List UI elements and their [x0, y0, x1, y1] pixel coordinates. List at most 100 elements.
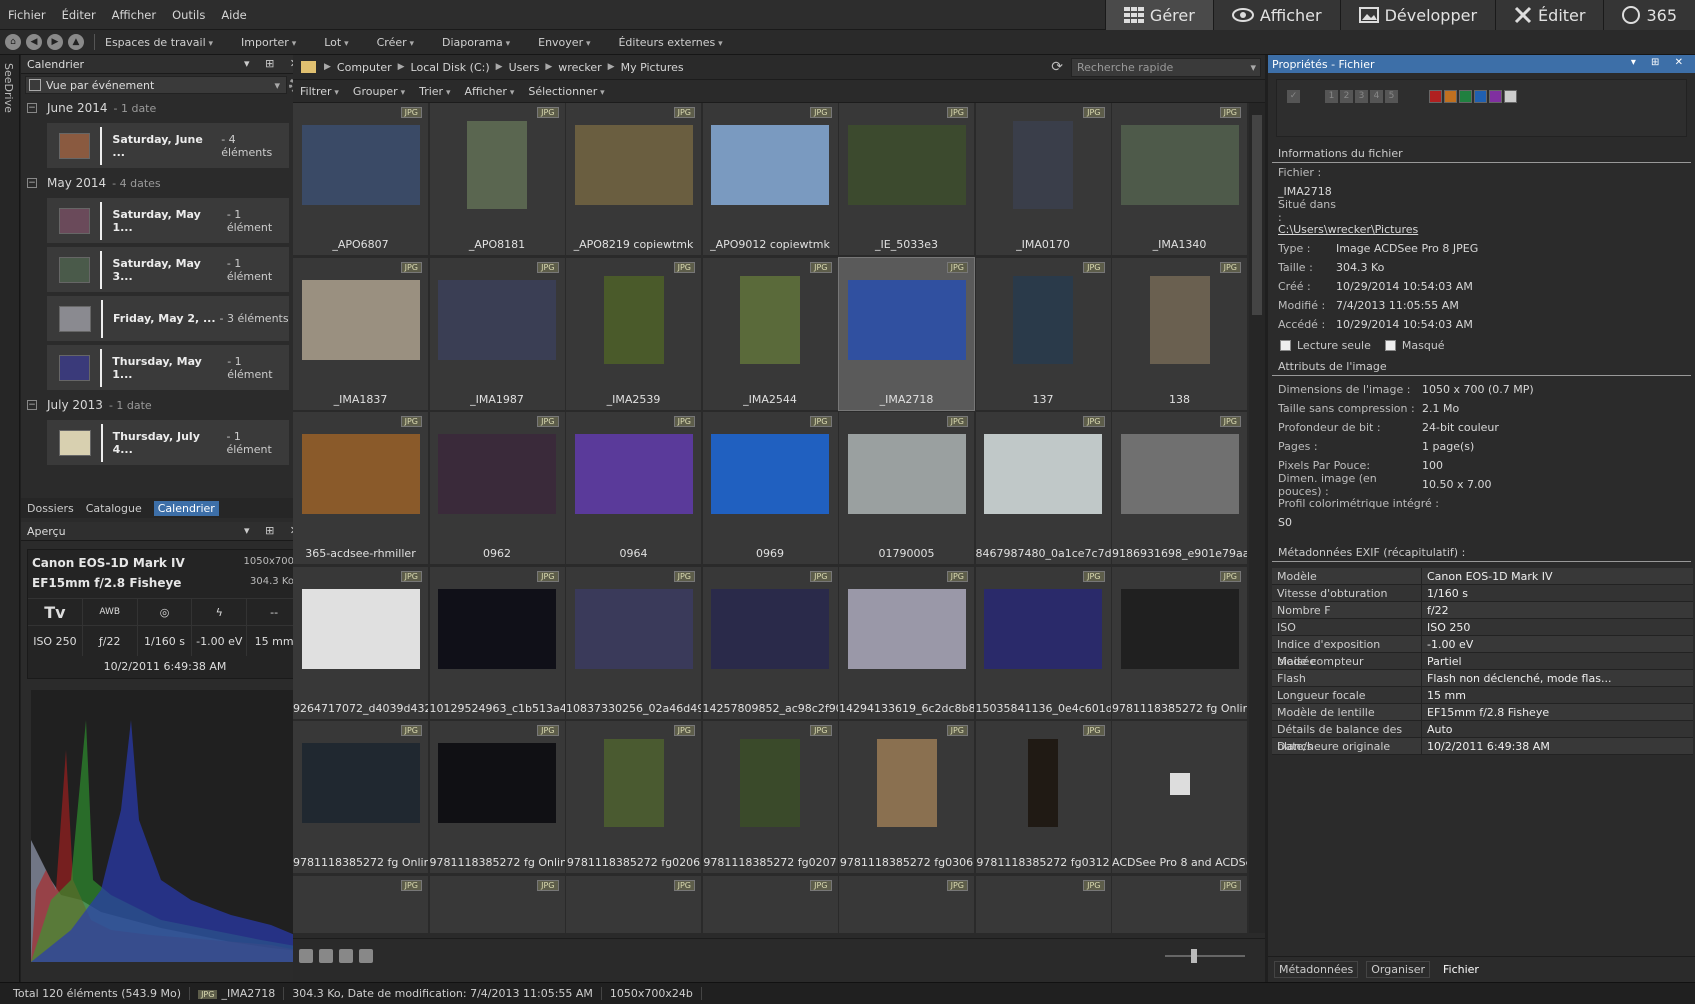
mode-editer-button[interactable]: Éditer: [1495, 0, 1604, 30]
thumbnail-item[interactable]: JPG: [293, 875, 428, 933]
thumbnail-item[interactable]: JPG 137: [975, 257, 1111, 410]
thumbnail-item[interactable]: JPG 9264717072_d4039d432d_o: [293, 566, 428, 719]
thumbnail-item[interactable]: JPG _IMA2544: [702, 257, 838, 410]
color-label-swatch[interactable]: [1429, 90, 1442, 103]
collapse-icon[interactable]: −: [27, 103, 37, 113]
thumbnail-item[interactable]: JPG 9781118385272 fg0206: [566, 721, 701, 873]
folder-icon[interactable]: [301, 61, 316, 73]
tab-organiser[interactable]: Organiser: [1366, 961, 1430, 978]
rating-3[interactable]: 3: [1355, 90, 1368, 103]
rotate-right-icon[interactable]: [319, 949, 333, 963]
readonly-checkbox[interactable]: [1280, 339, 1291, 351]
thumbnail-item[interactable]: JPG 0962: [429, 412, 565, 564]
tab-dossiers[interactable]: Dossiers: [27, 502, 74, 515]
filter-afficher[interactable]: Afficher: [464, 85, 514, 98]
calendar-day-item[interactable]: Saturday, May 3... - 1 élément: [47, 247, 289, 292]
thumbnail-item[interactable]: JPG _IMA2539: [566, 257, 701, 410]
tab-fichier[interactable]: Fichier: [1438, 961, 1484, 978]
thumbnail-item[interactable]: JPG 10129524963_c1b513a403_o: [429, 566, 565, 719]
thumbnail-item[interactable]: JPG: [702, 875, 838, 933]
view-mode-icon[interactable]: [359, 949, 373, 963]
breadcrumb-item[interactable]: Local Disk (C:): [411, 61, 490, 74]
calendar-group[interactable]: − June 2014 - 1 date: [21, 97, 297, 119]
calendar-day-item[interactable]: Saturday, May 1... - 1 élément: [47, 198, 289, 243]
view-select[interactable]: Vue par événement: [25, 76, 287, 94]
thumbnail-item[interactable]: JPG 9781118385272 fg0312: [975, 721, 1111, 873]
menu-outils[interactable]: Outils: [172, 8, 205, 22]
thumbnail-item[interactable]: JPG 9781118385272 fg Online 09: [1112, 566, 1247, 719]
forward-icon[interactable]: ▶: [47, 34, 63, 50]
thumbnail-item[interactable]: JPG 10837330256_02a46d491f_o: [566, 566, 701, 719]
thumbnail-item[interactable]: JPG 0969: [702, 412, 838, 564]
refresh-icon[interactable]: ⟳: [1051, 59, 1063, 75]
thumbnail-item[interactable]: JPG: [975, 875, 1111, 933]
filter-trier[interactable]: Trier: [419, 85, 450, 98]
color-label-swatch[interactable]: [1474, 90, 1487, 103]
calendar-day-item[interactable]: Thursday, May 1... - 1 élément: [47, 345, 289, 390]
collapse-icon[interactable]: −: [27, 178, 37, 188]
mode-afficher-button[interactable]: Afficher: [1212, 0, 1340, 30]
color-label-swatch[interactable]: [1489, 90, 1502, 103]
tag-checkbox-icon[interactable]: ✓: [1287, 90, 1300, 103]
thumbnail-item[interactable]: ACDSee Pro 8 and ACDSee...: [1112, 721, 1247, 873]
toolbar-espaces[interactable]: Espaces de travail: [105, 36, 213, 49]
zoom-slider[interactable]: [1165, 949, 1245, 963]
thumbnail-item[interactable]: JPG 14257809852_ac98c2f90f_o: [702, 566, 838, 719]
thumbnail-item[interactable]: JPG 9781118385272 fg Online 16: [429, 721, 565, 873]
rating-1[interactable]: 1: [1325, 90, 1338, 103]
search-input[interactable]: Recherche rapide: [1071, 58, 1261, 77]
color-label-swatch[interactable]: [1504, 90, 1517, 103]
toolbar-envoyer[interactable]: Envoyer: [538, 36, 590, 49]
back-icon[interactable]: ◀: [26, 34, 42, 50]
thumbnail-item[interactable]: JPG 9781118385272 fg0207: [702, 721, 838, 873]
thumbnail-item[interactable]: JPG _IMA1987: [429, 257, 565, 410]
mode-365-button[interactable]: 365: [1603, 0, 1695, 30]
thumbnail-item[interactable]: JPG 9781118385272 fg0306: [839, 721, 974, 873]
thumbnail-item[interactable]: JPG 14294133619_6c2dc8b8ef_o: [839, 566, 974, 719]
thumbnail-item[interactable]: JPG _IMA2718: [838, 256, 975, 411]
rating-5[interactable]: 5: [1385, 90, 1398, 103]
rotate-left-icon[interactable]: [299, 949, 313, 963]
thumbnail-item[interactable]: JPG 9186931698_e901e79aa6_o: [1112, 412, 1247, 564]
thumbnail-item[interactable]: JPG _APO9012 copiewtmk: [702, 103, 838, 255]
thumbnail-item[interactable]: JPG _IE_5033e3: [839, 103, 974, 255]
thumbnail-item[interactable]: JPG: [429, 875, 565, 933]
calendar-group[interactable]: − July 2013 - 1 date: [21, 394, 297, 416]
thumbnail-item[interactable]: JPG 0964: [566, 412, 701, 564]
location-link[interactable]: C:\Users\wrecker\Pictures: [1278, 223, 1418, 236]
thumbnail-item[interactable]: JPG: [839, 875, 974, 933]
menu-afficher[interactable]: Afficher: [112, 8, 156, 22]
zoom-slider-knob[interactable]: [1191, 949, 1197, 963]
menu-aide[interactable]: Aide: [221, 8, 246, 22]
thumbnail-item[interactable]: JPG 01790005: [839, 412, 974, 564]
color-label-swatch[interactable]: [1459, 90, 1472, 103]
calendar-day-item[interactable]: Thursday, July 4... - 1 élément: [47, 420, 289, 465]
home-icon[interactable]: ⌂: [5, 34, 21, 50]
thumbnail-item[interactable]: JPG 365-acdsee-rhmiller: [293, 412, 428, 564]
scroll-thumb[interactable]: [1252, 115, 1262, 315]
calendar-day-item[interactable]: Saturday, June ... - 4 éléments: [47, 123, 289, 168]
hidden-checkbox[interactable]: [1384, 339, 1396, 351]
refresh-small-icon[interactable]: [339, 949, 353, 963]
mode-gerer-button[interactable]: Gérer: [1104, 0, 1213, 30]
breadcrumb-item[interactable]: Users: [509, 61, 540, 74]
thumbnail-item[interactable]: JPG: [1112, 875, 1247, 933]
rating-4[interactable]: 4: [1370, 90, 1383, 103]
thumbnail-item[interactable]: JPG _IMA1340: [1112, 103, 1247, 255]
breadcrumb-item[interactable]: Computer: [337, 61, 392, 74]
calendar-day-item[interactable]: Friday, May 2, ... - 3 éléments: [47, 296, 289, 341]
thumbnail-item[interactable]: JPG 8467987480_0a1ce7c7db_o: [975, 412, 1111, 564]
calendar-group[interactable]: − May 2014 - 4 dates: [21, 172, 297, 194]
grid-scrollbar[interactable]: [1249, 103, 1265, 933]
color-label-swatch[interactable]: [1444, 90, 1457, 103]
thumbnail-item[interactable]: JPG _APO8181: [429, 103, 565, 255]
filter-selectionner[interactable]: Sélectionner: [528, 85, 604, 98]
breadcrumb-item[interactable]: My Pictures: [621, 61, 684, 74]
breadcrumb-item[interactable]: wrecker: [558, 61, 601, 74]
thumbnail-item[interactable]: JPG 138: [1112, 257, 1247, 410]
tab-metadonnees[interactable]: Métadonnées: [1274, 961, 1359, 978]
thumbnail-item[interactable]: JPG _APO8219 copiewtmk: [566, 103, 701, 255]
mode-developper-button[interactable]: Développer: [1339, 0, 1496, 30]
collapse-icon[interactable]: −: [27, 400, 37, 410]
menu-editer[interactable]: Éditer: [62, 8, 96, 22]
